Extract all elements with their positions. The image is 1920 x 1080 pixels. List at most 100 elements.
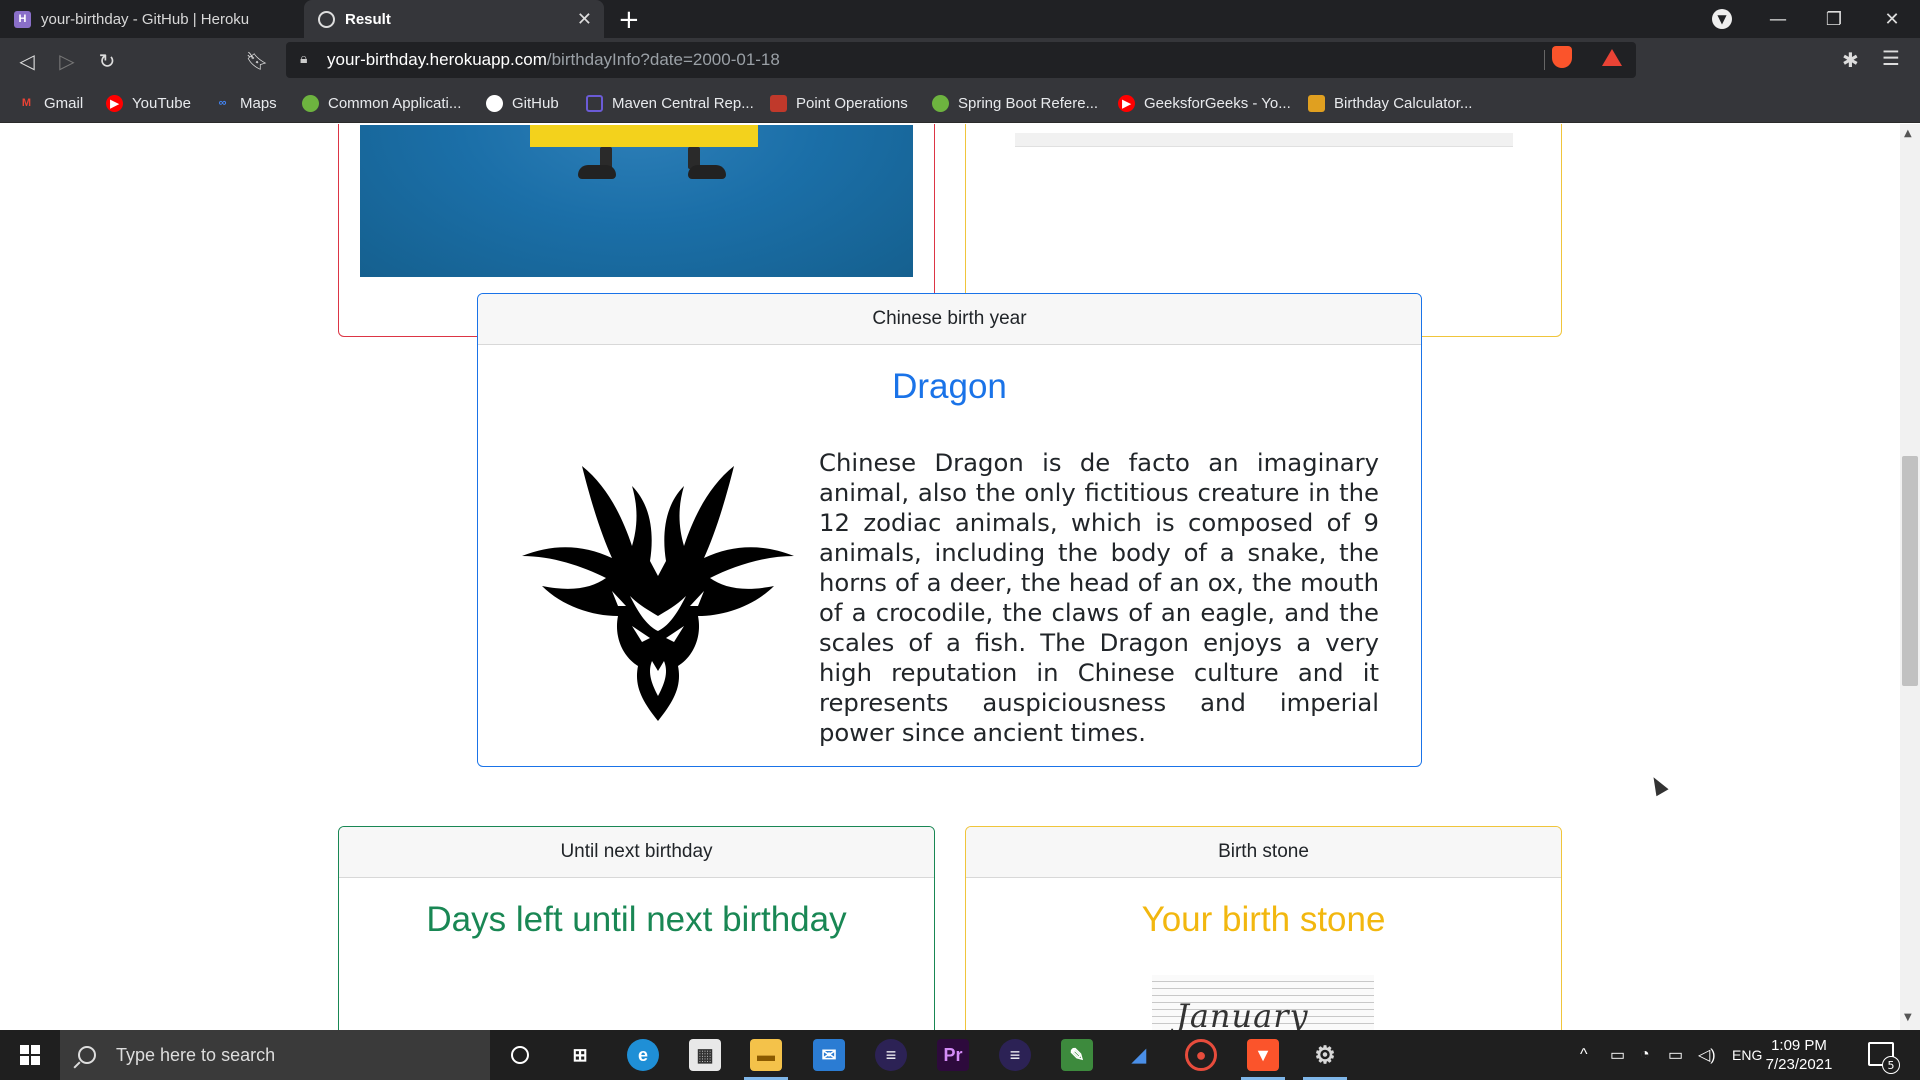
brave-icon[interactable]: ▼ [1247, 1039, 1279, 1071]
reload-button[interactable]: ↻ [92, 46, 122, 76]
bookmark-youtube[interactable]: ▶ YouTube [106, 83, 191, 123]
notification-count: 5 [1882, 1056, 1900, 1074]
dragon-description: Chinese Dragon is de facto an imaginary … [819, 448, 1379, 747]
bookmark-maps[interactable]: ∞ Maps [214, 83, 277, 123]
record-icon[interactable]: ● [1185, 1039, 1217, 1071]
premiere-icon[interactable]: Pr [937, 1039, 969, 1071]
notepad-icon[interactable]: ✎ [1061, 1039, 1093, 1071]
brave-shields-icon[interactable] [1552, 46, 1572, 68]
windows-taskbar: Type here to search ⊞ e ▦ ▬ ✉ ≡ Pr ≡ ✎ ◢… [0, 1030, 1920, 1080]
card-header: Birth stone [966, 827, 1561, 878]
bookmark-birthday-calc[interactable]: Birthday Calculator... [1308, 83, 1472, 123]
extensions-icon[interactable]: ✱ [1842, 48, 1859, 72]
chinese-birth-year-card: Chinese birth year Dragon Chinese Dragon… [477, 293, 1422, 767]
tab-title: Result [345, 10, 391, 28]
tab-title: your-birthday - GitHub | Heroku [41, 10, 250, 28]
card-title: Your birth stone [1141, 900, 1386, 939]
edge-icon[interactable]: e [627, 1039, 659, 1071]
scroll-up-icon[interactable]: ▲ [1904, 128, 1912, 139]
bookmarks-bar: M Gmail ▶ YouTube ∞ Maps Common Applicati..… [0, 83, 1920, 123]
tab-heroku[interactable]: H your-birthday - GitHub | Heroku [0, 0, 304, 38]
minimize-button[interactable]: — [1750, 0, 1806, 38]
scroll-down-icon[interactable]: ▼ [1904, 1012, 1912, 1023]
bookmark-point-ops[interactable]: Point Operations [770, 83, 908, 123]
scrollbar-thumb[interactable] [1902, 456, 1918, 686]
download-icon[interactable]: ▼ [1712, 9, 1732, 29]
bookmark-label: Spring Boot Refere... [958, 94, 1099, 112]
birth-stone-card: Birth stone Your birth stone January [965, 826, 1562, 1030]
image-figure-shoe [688, 165, 726, 179]
bookmark-icon[interactable]: 🔖︎ [242, 46, 272, 76]
image-figure-shoe [578, 165, 616, 179]
cortana-icon[interactable] [504, 1039, 536, 1071]
bookmark-geeks[interactable]: ▶ GeeksforGeeks - Yo... [1118, 83, 1291, 123]
bookmark-label: Common Applicati... [328, 94, 462, 112]
maps-icon: ∞ [218, 97, 227, 109]
start-button[interactable] [0, 1030, 60, 1080]
card-header: Chinese birth year [478, 294, 1421, 345]
spring-icon [932, 94, 949, 112]
task-view-icon[interactable]: ⊞ [564, 1039, 596, 1071]
search-placeholder: Type here to search [116, 1044, 276, 1065]
next-birthday-card: Until next birthday Days left until next… [338, 826, 935, 1030]
menu-icon[interactable]: ☰ [1882, 46, 1900, 70]
bookmark-label: GeeksforGeeks - Yo... [1144, 94, 1291, 112]
url-text[interactable]: your-birthday.herokuapp.com/birthdayInfo… [327, 50, 780, 70]
brave-rewards-icon[interactable] [1602, 49, 1622, 66]
globe-icon [318, 10, 335, 28]
youtube-icon: ▶ [1118, 94, 1135, 112]
card-title: Days left until next birthday [426, 900, 847, 939]
matlab-icon[interactable]: ◢ [1123, 1039, 1155, 1071]
spring-icon [302, 94, 319, 112]
meet-now-icon[interactable]: ▭ [1610, 1030, 1625, 1080]
heroku-icon: H [14, 10, 31, 28]
eclipse-icon[interactable]: ≡ [875, 1039, 907, 1071]
bookmark-label: Birthday Calculator... [1334, 94, 1473, 112]
tab-result[interactable]: Result ✕ [304, 0, 604, 38]
bookmark-github[interactable]: GitHub [486, 83, 559, 123]
bookmark-common-app[interactable]: Common Applicati... [302, 83, 461, 123]
card-title: Dragon [892, 367, 1007, 406]
browser-toolbar: ◁ ▷ ↻ 🔖︎ 🔒︎ your-birthday.herokuapp.com/… [0, 38, 1920, 83]
bookmark-label: Maven Central Rep... [612, 94, 754, 112]
bookmark-label: Point Operations [796, 94, 908, 112]
eclipse-icon[interactable]: ≡ [999, 1039, 1031, 1071]
new-tab-button[interactable]: + [618, 5, 640, 35]
settings-icon[interactable]: ⚙ [1309, 1039, 1341, 1071]
bookmark-label: GitHub [512, 94, 559, 112]
windows-icon [20, 1045, 40, 1065]
page-viewport: Chinese birth year Dragon Chinese Dragon… [0, 124, 1900, 1030]
wifi-icon[interactable]: ◔ [1640, 1030, 1650, 1080]
bookmark-maven[interactable]: Maven Central Rep... [586, 83, 754, 123]
close-tab-icon[interactable]: ✕ [577, 9, 592, 30]
card-header: Until next birthday [339, 827, 934, 878]
page-icon [770, 94, 787, 112]
restore-button[interactable]: ❐ [1806, 0, 1862, 38]
taskbar-search[interactable]: Type here to search [60, 1030, 490, 1080]
clock[interactable]: 1:09 PM 7/23/2021 [1744, 1036, 1854, 1074]
bookmark-label: Maps [240, 94, 277, 112]
lock-icon: 🔒︎ [300, 51, 308, 67]
birth-stone-image: January [1152, 975, 1374, 1030]
browser-tab-bar: H your-birthday - GitHub | Heroku Result… [0, 0, 1920, 38]
file-explorer-icon[interactable]: ▬ [750, 1039, 782, 1071]
battery-icon[interactable]: ▭ [1668, 1030, 1683, 1080]
volume-icon[interactable]: ◁) [1698, 1030, 1716, 1080]
back-button[interactable]: ◁ [12, 46, 42, 76]
gmail-icon: M [21, 97, 32, 109]
close-window-button[interactable]: ✕ [1864, 0, 1920, 38]
address-bar[interactable]: 🔒︎ your-birthday.herokuapp.com/birthdayI… [286, 42, 1636, 78]
store-icon[interactable]: ▦ [689, 1039, 721, 1071]
bookmark-spring-boot[interactable]: Spring Boot Refere... [932, 83, 1098, 123]
maven-icon [586, 94, 603, 112]
forward-button[interactable]: ▷ [52, 46, 82, 76]
url-host: your-birthday.herokuapp.com [327, 50, 547, 69]
mail-icon[interactable]: ✉ [813, 1039, 845, 1071]
search-icon [78, 1046, 96, 1064]
show-hidden-icons[interactable]: ^ [1580, 1030, 1588, 1080]
clock-time: 1:09 PM [1771, 1037, 1827, 1054]
bookmark-label: YouTube [132, 94, 191, 112]
youtube-icon: ▶ [106, 94, 123, 112]
image-figure [530, 125, 758, 147]
bookmark-gmail[interactable]: M Gmail [18, 83, 83, 123]
